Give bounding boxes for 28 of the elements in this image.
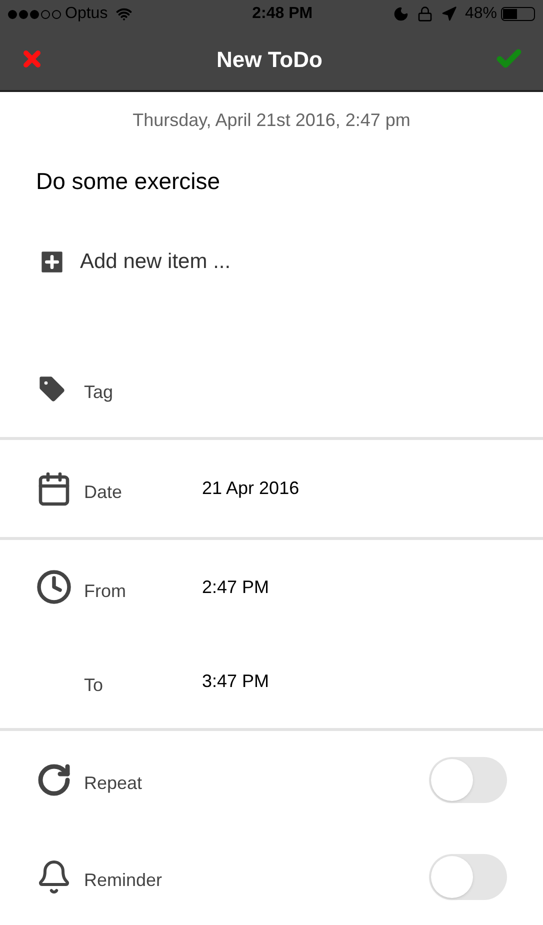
calendar-icon xyxy=(36,470,72,506)
signal-icon xyxy=(8,10,61,18)
battery-percent: 48% xyxy=(464,4,497,24)
nav-title: New ToDo xyxy=(216,46,324,74)
row-label: Repeat xyxy=(84,772,144,795)
moon-icon xyxy=(392,6,409,22)
toggle-switch[interactable] xyxy=(429,756,507,802)
row-value[interactable]: 21 Apr 2016 xyxy=(202,475,300,502)
toggle-switch[interactable] xyxy=(429,854,507,900)
battery-icon xyxy=(501,7,535,21)
todo-title[interactable]: Do some exercise xyxy=(36,164,220,198)
row-value[interactable]: 2:47 PM xyxy=(202,574,270,600)
clock-time: 2:48 PM xyxy=(251,4,313,24)
created-date: Thursday, April 21st 2016, 2:47 pm xyxy=(132,108,410,132)
row-label: Reminder xyxy=(84,869,164,892)
row-label: Date xyxy=(84,481,124,504)
row-value[interactable]: 3:47 PM xyxy=(202,668,270,694)
carrier: Optus xyxy=(65,4,108,24)
bell-icon xyxy=(36,858,72,894)
clock-icon xyxy=(36,569,72,605)
location-icon xyxy=(440,6,457,22)
row-label: From xyxy=(84,580,127,602)
lock-icon xyxy=(416,6,433,22)
row-label: Tag xyxy=(84,381,114,404)
wifi-icon xyxy=(116,6,132,22)
repeat-icon xyxy=(36,762,72,798)
row-label: To xyxy=(84,674,104,696)
add-item-field[interactable]: Add new item ... xyxy=(80,246,507,278)
